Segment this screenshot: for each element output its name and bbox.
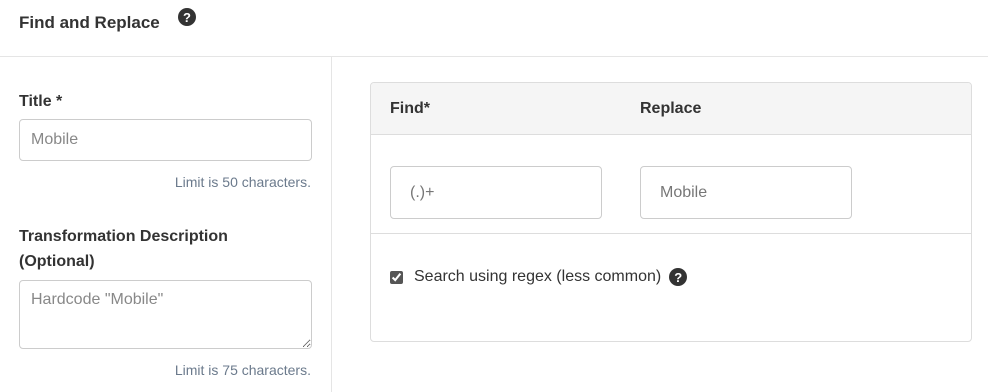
panel-divider bbox=[371, 233, 971, 234]
page-header: Find and Replace ? bbox=[0, 0, 988, 57]
regex-label[interactable]: Search using regex (less common) bbox=[414, 268, 661, 286]
description-textarea[interactable] bbox=[19, 280, 312, 349]
regex-checkbox[interactable] bbox=[390, 270, 403, 284]
details-column: Title * Limit is 50 characters. Transfor… bbox=[0, 57, 332, 392]
replace-column-header: Replace bbox=[640, 100, 702, 117]
title-label: Title * bbox=[19, 93, 63, 110]
regex-option: Search using regex (less common) ? bbox=[390, 268, 688, 286]
replace-input[interactable] bbox=[640, 166, 852, 219]
description-limit-hint: Limit is 75 characters. bbox=[174, 362, 311, 378]
description-label: Transformation Description (Optional) bbox=[19, 228, 228, 270]
page-title: Find and Replace bbox=[19, 13, 160, 32]
help-icon[interactable]: ? bbox=[178, 8, 196, 26]
find-column-header: Find* bbox=[390, 100, 430, 117]
title-input[interactable] bbox=[19, 119, 312, 161]
find-input[interactable] bbox=[390, 166, 602, 219]
find-replace-header: Find* Replace bbox=[371, 83, 971, 135]
title-limit-hint: Limit is 50 characters. bbox=[174, 174, 311, 190]
find-replace-panel: Find* Replace Search using regex (less c… bbox=[370, 82, 972, 342]
regex-help-icon[interactable]: ? bbox=[669, 268, 688, 286]
